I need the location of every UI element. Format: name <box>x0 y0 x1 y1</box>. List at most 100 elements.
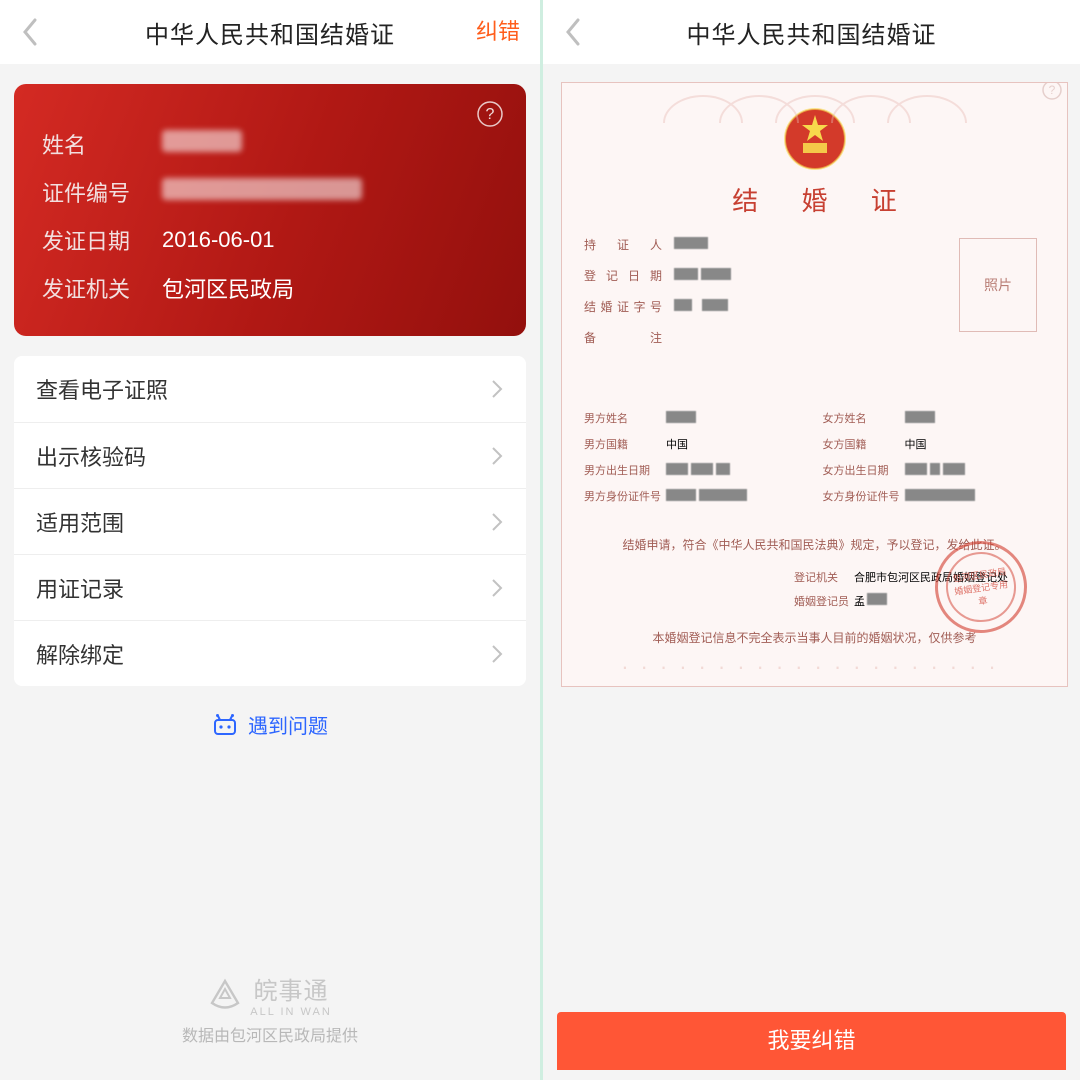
male-name-label: 男方姓名 <box>584 410 662 426</box>
action-list: 查看电子证照 出示核验码 适用范围 用证记录 解除绑定 <box>14 356 526 686</box>
pixelated-value <box>666 463 688 475</box>
pixelated-value <box>699 489 747 501</box>
data-source: 数据由包河区民政局提供 <box>14 1022 526 1046</box>
problem-link[interactable]: 遇到问题 <box>14 710 526 739</box>
value-issue-date: 2016-06-01 <box>162 227 275 253</box>
chevron-right-icon <box>490 378 504 400</box>
label-cert-no: 证件编号 <box>42 176 162 208</box>
svg-text:?: ? <box>1049 83 1056 97</box>
back-button[interactable] <box>14 16 46 48</box>
certificate-title: 结 婚 证 <box>602 181 1045 218</box>
menu-label: 用证记录 <box>36 572 124 604</box>
right-pane: 中华人民共和国结婚证 ? 结 婚 证 照片 持 证 人 登记日期 <box>540 0 1080 1080</box>
national-emblem-icon <box>584 101 1045 171</box>
female-name-label: 女方姓名 <box>823 410 901 426</box>
menu-usage-records[interactable]: 用证记录 <box>14 554 526 620</box>
robot-icon <box>212 714 238 736</box>
certificate-document: ? 结 婚 证 照片 持 证 人 登记日期 结婚证字号 备注 <box>561 82 1068 687</box>
card-row-cert-no: 证件编号 <box>42 176 498 208</box>
male-column: 男方姓名 男方国籍中国 男方出生日期 男方身份证件号 <box>584 400 807 514</box>
female-nation-value: 中国 <box>905 436 927 452</box>
header-right: 中华人民共和国结婚证 <box>543 0 1080 64</box>
chevron-right-icon <box>490 643 504 665</box>
male-nation-label: 男方国籍 <box>584 436 662 452</box>
field-holder-label: 持 证 人 <box>584 236 662 253</box>
pixelated-value <box>691 463 713 475</box>
card-row-authority: 发证机关 包河区民政局 <box>42 272 498 304</box>
help-icon: ? <box>476 100 504 128</box>
page-title: 中华人民共和国结婚证 <box>687 15 937 50</box>
female-id-label: 女方身份证件号 <box>823 488 901 504</box>
menu-label: 解除绑定 <box>36 638 124 670</box>
pixelated-value <box>666 489 696 501</box>
svg-text:?: ? <box>486 106 495 123</box>
menu-label: 出示核验码 <box>36 440 146 472</box>
chevron-left-icon <box>564 16 582 48</box>
menu-label: 适用范围 <box>36 506 124 538</box>
help-button[interactable]: ? <box>476 100 504 128</box>
photo-label: 照片 <box>984 275 1012 295</box>
seal-text: 包河区民政局 婚姻登记专用章 <box>941 548 1020 627</box>
label-name: 姓名 <box>42 128 162 160</box>
male-id-label: 男方身份证件号 <box>584 488 662 504</box>
chevron-left-icon <box>21 16 39 48</box>
pixelated-value <box>674 268 698 280</box>
male-dob-label: 男方出生日期 <box>584 462 662 478</box>
value-name-redacted <box>162 130 242 152</box>
page-title: 中华人民共和国结婚证 <box>145 15 395 50</box>
field-cert-no-label: 结婚证字号 <box>584 298 662 315</box>
pixelated-value <box>905 489 975 501</box>
holder-info: 照片 持 证 人 登记日期 结婚证字号 备注 <box>584 236 1045 376</box>
brand: 皖事通 ALL IN WAN <box>14 971 526 1018</box>
correct-link[interactable]: 纠错 <box>476 16 520 48</box>
field-remark-label: 备注 <box>584 329 662 346</box>
photo-slot: 照片 <box>959 238 1037 332</box>
brand-en: ALL IN WAN <box>250 1006 332 1018</box>
pixelated-value <box>716 463 730 475</box>
value-authority: 包河区民政局 <box>162 272 294 304</box>
pixelated-value <box>674 299 692 311</box>
pixelated-value <box>943 463 965 475</box>
chevron-right-icon <box>490 511 504 533</box>
left-footer: 皖事通 ALL IN WAN 数据由包河区民政局提供 <box>14 963 526 1060</box>
registrar-value: 孟 <box>854 596 865 608</box>
certificate-summary-card: ? 姓名 证件编号 发证日期 2016-06-01 发证机关 包河区民政局 <box>14 84 526 336</box>
pixelated-value <box>905 463 927 475</box>
watermark: ···················· <box>562 654 1067 680</box>
field-reg-date-label: 登记日期 <box>584 267 662 284</box>
problem-label: 遇到问题 <box>248 710 328 739</box>
help-icon[interactable]: ? <box>1041 82 1063 101</box>
left-pane: 中华人民共和国结婚证 纠错 ? 姓名 证件编号 发证日期 2016-06-01 <box>0 0 540 1080</box>
brand-logo-icon <box>208 978 242 1012</box>
pixelated-value <box>701 268 731 280</box>
menu-label: 查看电子证照 <box>36 373 168 405</box>
female-nation-label: 女方国籍 <box>823 436 901 452</box>
header-left: 中华人民共和国结婚证 纠错 <box>0 0 540 64</box>
female-column: 女方姓名 女方国籍中国 女方出生日期 女方身份证件号 <box>823 400 1046 514</box>
chevron-right-icon <box>490 445 504 467</box>
card-row-issue-date: 发证日期 2016-06-01 <box>42 224 498 256</box>
label-authority: 发证机关 <box>42 272 162 304</box>
pixelated-value <box>930 463 940 475</box>
value-cert-no-redacted <box>162 178 362 200</box>
male-nation-value: 中国 <box>666 436 688 452</box>
pixelated-value <box>674 237 708 249</box>
female-dob-label: 女方出生日期 <box>823 462 901 478</box>
report-error-button[interactable]: 我要纠错 <box>557 1012 1066 1070</box>
menu-view-ecert[interactable]: 查看电子证照 <box>14 356 526 422</box>
registry-office-label: 登记机关 <box>794 569 854 585</box>
pixelated-value <box>905 411 935 423</box>
label-issue-date: 发证日期 <box>42 224 162 256</box>
chevron-right-icon <box>490 577 504 599</box>
menu-scope[interactable]: 适用范围 <box>14 488 526 554</box>
pixelated-value <box>666 411 696 423</box>
registrar-label: 婚姻登记员 <box>794 593 854 609</box>
back-button[interactable] <box>557 16 589 48</box>
menu-unbind[interactable]: 解除绑定 <box>14 620 526 686</box>
pixelated-value <box>867 593 887 605</box>
registry-block: 包河区民政局 婚姻登记专用章 登记机关合肥市包河区民政局婚姻登记处 婚姻登记员孟 <box>584 569 1045 609</box>
menu-show-verify-code[interactable]: 出示核验码 <box>14 422 526 488</box>
card-row-name: 姓名 <box>42 128 498 160</box>
pixelated-value <box>702 299 728 311</box>
brand-zh: 皖事通 <box>250 971 332 1006</box>
